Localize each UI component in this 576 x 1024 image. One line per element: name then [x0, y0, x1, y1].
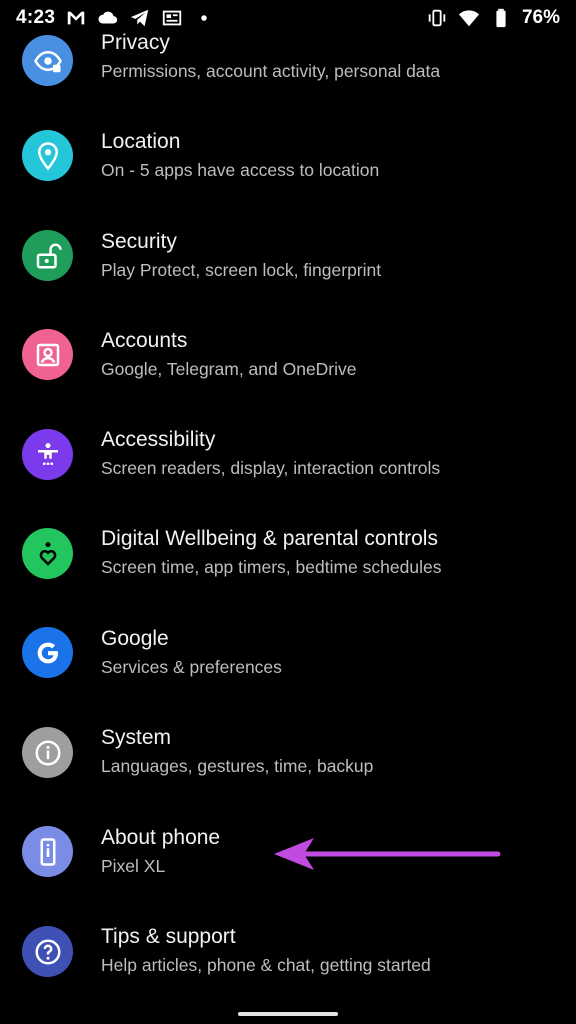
settings-item-google[interactable]: Google Services & preferences	[0, 601, 576, 700]
phone-info-icon	[22, 826, 73, 877]
settings-item-accounts[interactable]: Accounts Google, Telegram, and OneDrive	[0, 303, 576, 402]
settings-item-title: System	[101, 726, 172, 749]
settings-item-title: Privacy	[101, 31, 170, 54]
location-pin-icon	[22, 130, 73, 181]
unlock-icon	[22, 230, 73, 281]
settings-item-location[interactable]: Location On - 5 apps have access to loca…	[0, 104, 576, 203]
settings-item-subtitle: Help articles, phone & chat, getting sta…	[101, 955, 431, 975]
info-icon	[22, 727, 73, 778]
account-box-icon	[22, 329, 73, 380]
settings-item-title: Accounts	[101, 329, 188, 352]
settings-item-accessibility[interactable]: Accessibility Screen readers, display, i…	[0, 402, 576, 501]
settings-item-title: Google	[101, 627, 169, 650]
wellbeing-heart-icon	[22, 528, 73, 579]
settings-item-subtitle: Play Protect, screen lock, fingerprint	[101, 260, 382, 280]
settings-item-subtitle: Pixel XL	[101, 856, 166, 876]
settings-item-digital-wellbeing[interactable]: Digital Wellbeing & parental controls Sc…	[0, 501, 576, 600]
settings-item-security[interactable]: Security Play Protect, screen lock, fing…	[0, 204, 576, 303]
accessibility-person-icon	[22, 429, 73, 480]
settings-item-title: Location	[101, 130, 181, 153]
settings-item-subtitle: Screen time, app timers, bedtime schedul…	[101, 557, 442, 577]
settings-item-title: Security	[101, 230, 177, 253]
settings-item-privacy[interactable]: Privacy Permissions, account activity, p…	[0, 5, 576, 104]
settings-item-system[interactable]: System Languages, gestures, time, backup	[0, 700, 576, 799]
settings-item-subtitle: Screen readers, display, interaction con…	[101, 458, 441, 478]
home-indicator[interactable]	[238, 1012, 338, 1016]
annotation-arrow	[274, 838, 501, 870]
settings-item-subtitle: On - 5 apps have access to location	[101, 160, 380, 180]
google-g-icon	[22, 627, 73, 678]
settings-item-title: About phone	[101, 826, 221, 849]
settings-item-title: Tips & support	[101, 925, 236, 948]
help-question-icon	[22, 926, 73, 977]
settings-item-tips-support[interactable]: Tips & support Help articles, phone & ch…	[0, 899, 576, 998]
settings-item-subtitle: Google, Telegram, and OneDrive	[101, 359, 357, 379]
settings-item-title: Accessibility	[101, 428, 216, 451]
settings-item-title: Digital Wellbeing & parental controls	[101, 527, 438, 550]
settings-item-subtitle: Languages, gestures, time, backup	[101, 756, 374, 776]
settings-item-subtitle: Permissions, account activity, personal …	[101, 61, 441, 81]
privacy-eye-icon	[22, 35, 73, 86]
settings-item-subtitle: Services & preferences	[101, 657, 282, 677]
